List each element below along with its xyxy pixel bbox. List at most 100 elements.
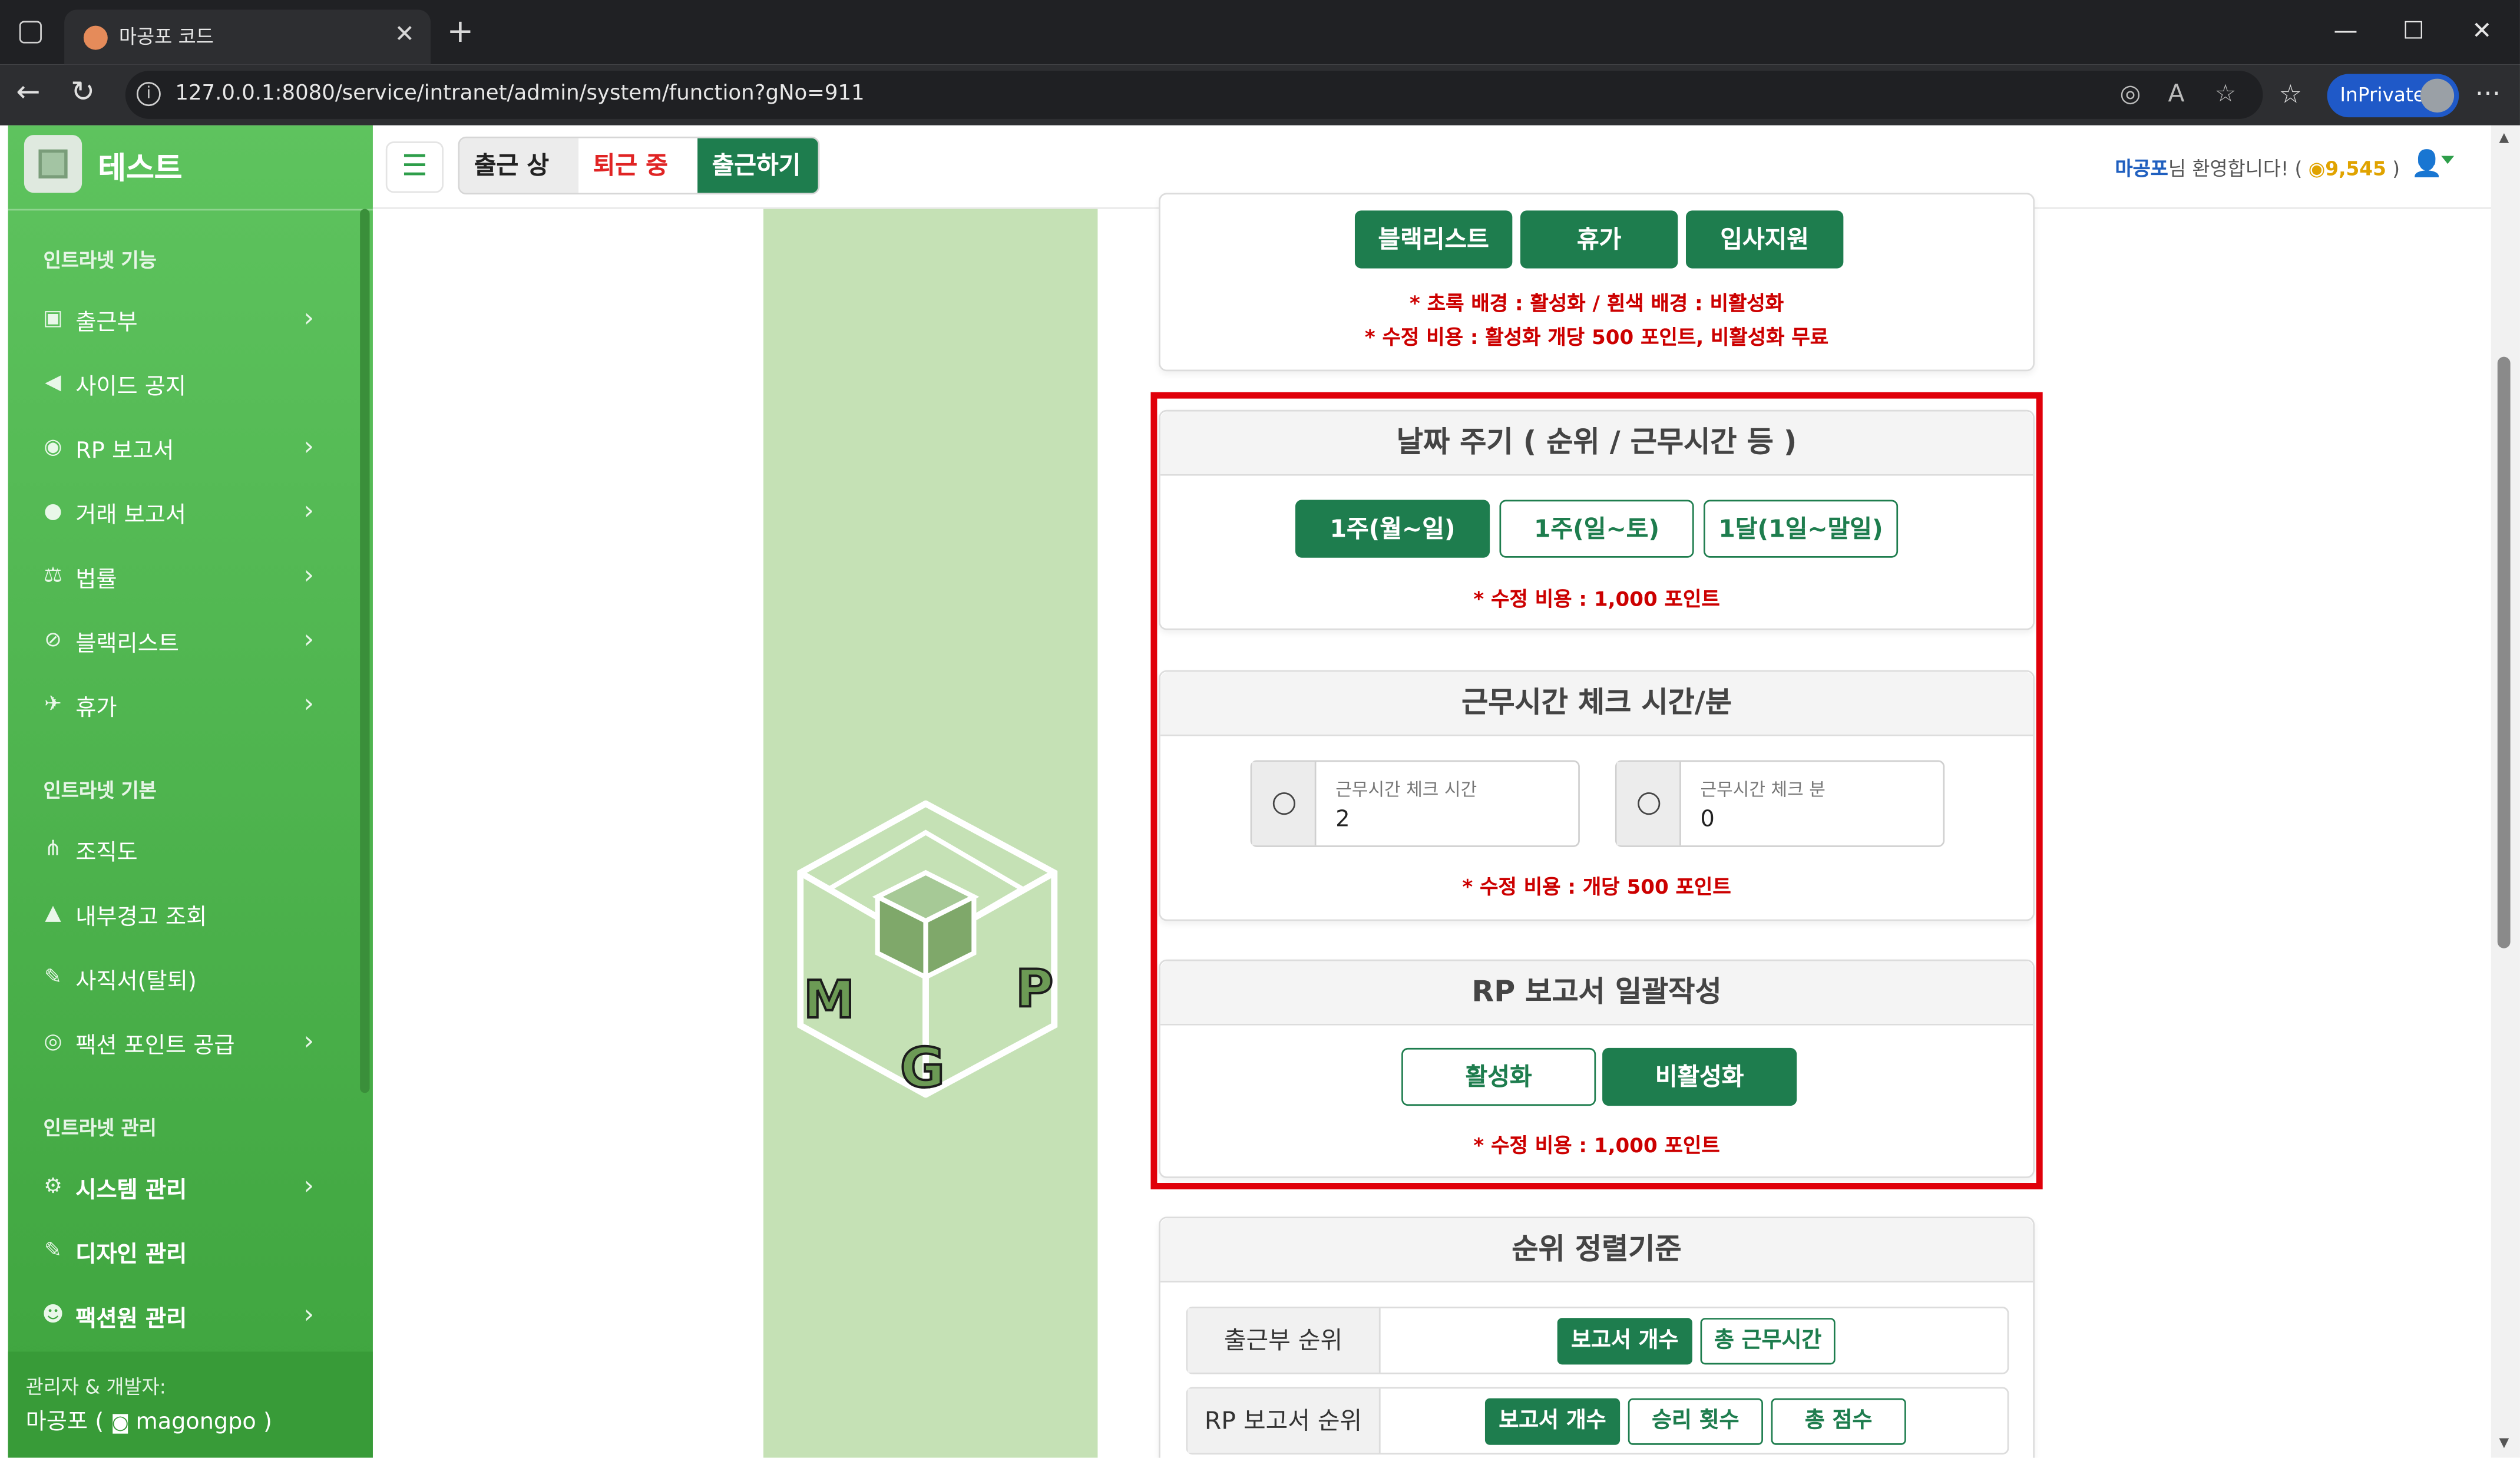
sidebar-item-label: RP 보고서 [75, 438, 174, 465]
footer-name: 마공포 ( [25, 1409, 111, 1436]
sidebar-item-label: 디자인 관리 [75, 1242, 187, 1268]
sidebar-item-law[interactable]: ⚖ 법률 › [8, 548, 373, 606]
warning-icon: ▲ [45, 901, 61, 926]
inprivate-badge[interactable]: InPrivate [2327, 74, 2459, 118]
scroll-down-icon[interactable]: ▼ [2499, 1435, 2509, 1450]
sitemap-icon: ⋔ [44, 837, 62, 862]
footer-credit: 마공포 ( ◙ magongpo ) [26, 1405, 272, 1437]
favorites-icon[interactable]: ☆ [2279, 79, 2302, 110]
browser-tab[interactable]: 마공포 코드 ✕ [64, 9, 431, 65]
back-icon[interactable]: ← [16, 75, 40, 109]
logo-letter-m: M [803, 970, 855, 1030]
chevron-right-icon: › [303, 495, 315, 526]
close-window-icon[interactable]: ✕ [2472, 16, 2492, 45]
tracking-icon[interactable]: ◎ [2120, 79, 2141, 108]
refresh-icon[interactable]: ↻ [71, 75, 95, 109]
status-label: 출근 상태 [459, 138, 579, 193]
scroll-thumb[interactable] [2497, 356, 2511, 948]
browser-navbar: ← ↻ i 127.0.0.1:8080/service/intranet/ad… [0, 64, 2520, 125]
logo-letter-g: G [900, 1036, 945, 1097]
mgp-logo: M G P [797, 800, 1058, 1098]
more-menu-icon[interactable]: ⋯ [2475, 77, 2501, 108]
rp-sort-report-count-button[interactable]: 보고서 개수 [1484, 1398, 1621, 1445]
sidebar-footer: 관리자 & 개발자: 마공포 ( ◙ magongpo ) [8, 1351, 373, 1458]
chevron-right-icon: › [303, 1025, 315, 1056]
sidebar-item-vacation[interactable]: ✈ 휴가 › [8, 677, 373, 735]
sidebar-item-label: 팩션원 관리 [75, 1307, 187, 1333]
toggle-cost-note: * 수정 비용 : 활성화 개당 500 포인트, 비활성화 무료 [1364, 325, 1829, 349]
tab-actions-icon[interactable] [19, 21, 42, 44]
profile-avatar [2420, 78, 2455, 113]
browser-titlebar: 마공포 코드 ✕ + — ☐ ✕ [0, 0, 2520, 65]
chevron-right-icon: › [303, 559, 315, 590]
sidebar-item-blacklist[interactable]: ⊘ 블랙리스트 › [8, 612, 373, 670]
sort-work-time-button[interactable]: 총 근무시간 [1700, 1318, 1836, 1365]
new-tab-icon[interactable]: + [447, 11, 474, 49]
sidebar-item-system-admin[interactable]: ⚙ 시스템 관리 › [8, 1159, 373, 1216]
sidebar-item-resignation[interactable]: ✎ 사직서(탈퇴) [8, 950, 373, 1007]
tab-title: 마공포 코드 [118, 25, 214, 48]
attendance-rank-label: 출근부 순위 [1188, 1308, 1381, 1373]
favorite-star-icon[interactable]: ☆ [2215, 79, 2237, 108]
screen: 마공포 코드 ✕ + — ☐ ✕ ← ↻ i 127.0.0.1:8080/se… [0, 0, 2520, 1458]
sidebar-brand[interactable]: 테스트 [8, 125, 373, 209]
rp-sort-wins-button[interactable]: 승리 횟수 [1628, 1398, 1763, 1445]
sidebar-item-label: 사이드 공지 [75, 374, 187, 401]
maximize-icon[interactable]: ☐ [2403, 16, 2425, 45]
sidebar-scrollbar[interactable] [360, 209, 370, 1093]
user-icon[interactable]: 👤 [2410, 148, 2442, 178]
sidebar-item-attendance[interactable]: ▣ 출근부 › [8, 291, 373, 349]
site-info-icon[interactable]: i [136, 82, 161, 107]
menu-toggle-icon[interactable]: ☰ [385, 141, 444, 193]
minimize-icon[interactable]: — [2333, 16, 2357, 45]
brand-logo [24, 135, 82, 193]
chevron-right-icon: › [303, 431, 315, 462]
address-bar[interactable]: i 127.0.0.1:8080/service/intranet/admin/… [125, 71, 2263, 119]
checkin-button[interactable]: 출근하기 [697, 138, 818, 193]
feature-toggle-card: 블랙리스트 휴가 입사지원 * 초록 배경 : 활성화 / 흰색 배경 : 비활… [1159, 193, 2035, 372]
sidebar-item-design-admin[interactable]: ✎ 디자인 관리 [8, 1223, 373, 1281]
toggle-application-button[interactable]: 입사지원 [1685, 210, 1844, 269]
plane-icon: ✈ [44, 692, 62, 717]
points-value: 9,545 [2325, 157, 2386, 180]
sidebar-item-label: 내부경고 조회 [75, 905, 207, 931]
sort-report-count-button[interactable]: 보고서 개수 [1557, 1318, 1692, 1365]
caret-down-icon[interactable] [2441, 156, 2455, 164]
sidebar-item-faction-points[interactable]: ◎ 팩션 포인트 공급 › [8, 1014, 373, 1072]
url-text[interactable]: 127.0.0.1:8080/service/intranet/admin/sy… [175, 82, 864, 106]
sidebar-item-member-admin[interactable]: ☻ 팩션원 관리 › [8, 1287, 373, 1345]
chevron-right-icon: › [303, 1170, 315, 1201]
sidebar-item-label: 시스템 관리 [75, 1178, 187, 1204]
ban-icon: ⊘ [44, 628, 62, 653]
section-heading: 인트라넷 기본 [43, 779, 157, 802]
money-bag-icon: ● [44, 500, 62, 524]
sidebar-item-side-notice[interactable]: ◀ 사이드 공지 [8, 355, 373, 413]
user-name: 마공포 [2115, 157, 2168, 180]
footer-title: 관리자 & 개발자: [25, 1376, 166, 1399]
sidebar-item-label: 사직서(탈퇴) [75, 969, 197, 995]
welcome-end: ) [2386, 157, 2400, 180]
page-scrollbar[interactable]: ▲ ▼ [2491, 125, 2520, 1458]
rp-sort-total-score-button[interactable]: 총 점수 [1771, 1398, 1906, 1445]
sidebar-item-label: 법률 [75, 567, 117, 593]
brand-name: 테스트 [98, 151, 183, 187]
close-tab-icon[interactable]: ✕ [395, 19, 415, 48]
sidebar-item-label: 휴가 [75, 696, 117, 722]
section-heading: 인트라넷 기능 [43, 249, 157, 272]
scroll-up-icon[interactable]: ▲ [2499, 130, 2509, 145]
pen-icon: ✎ [44, 966, 62, 990]
section-heading: 인트라넷 관리 [43, 1117, 157, 1140]
sidebar-item-rp-report[interactable]: ◉ RP 보고서 › [8, 419, 373, 477]
rp-rank-row: RP 보고서 순위 보고서 개수 승리 횟수 총 점수 [1186, 1387, 2009, 1455]
sidebar-item-label: 블랙리스트 [75, 632, 179, 657]
toggle-vacation-button[interactable]: 휴가 [1520, 210, 1678, 269]
book-icon: ▣ [43, 307, 63, 332]
sidebar-item-org-chart[interactable]: ⋔ 조직도 [8, 821, 373, 879]
gamepad-icon: ◉ [44, 435, 62, 460]
highlight-box [1150, 392, 2043, 1189]
discord-icon: ◙ [111, 1411, 136, 1434]
sidebar-item-internal-warning[interactable]: ▲ 내부경고 조회 [8, 885, 373, 943]
sidebar-item-trade-report[interactable]: ● 거래 보고서 › [8, 484, 373, 541]
toggle-blacklist-button[interactable]: 블랙리스트 [1354, 210, 1513, 269]
read-aloud-icon[interactable]: A [2168, 79, 2184, 108]
